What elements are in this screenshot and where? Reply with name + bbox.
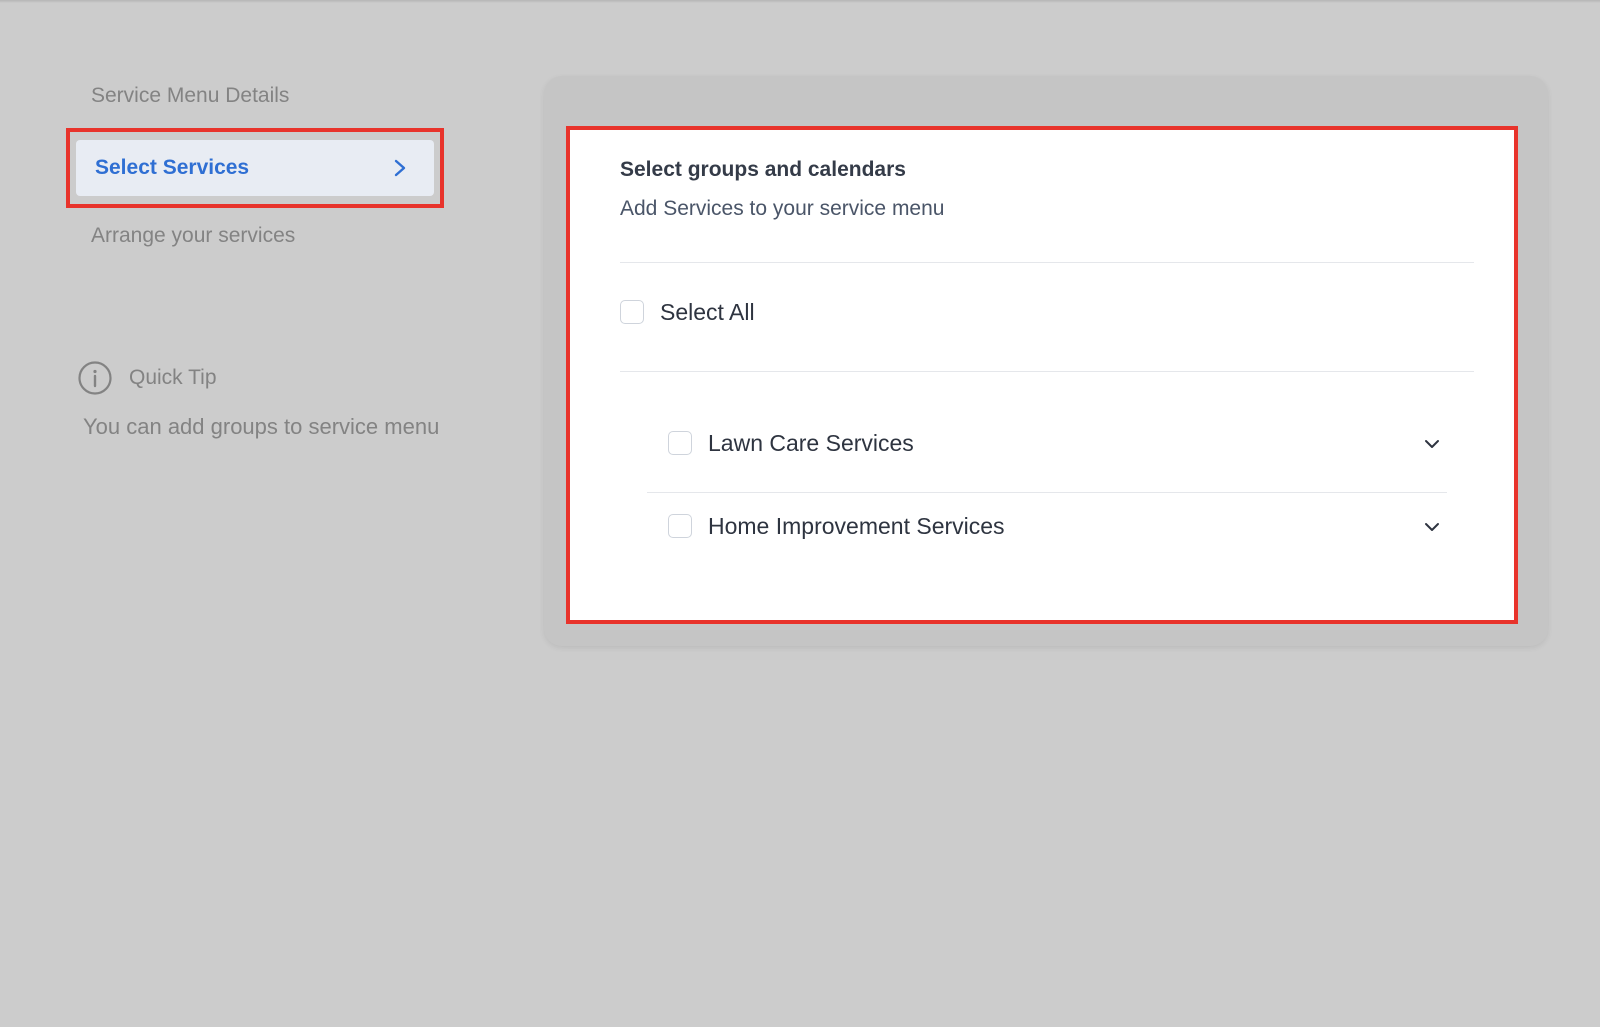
step-select-services[interactable]: Select Services xyxy=(76,140,434,196)
active-step-highlight: Select Services xyxy=(66,128,444,208)
group-label: Lawn Care Services xyxy=(708,430,914,456)
chevron-right-icon xyxy=(394,159,406,177)
step-arrange-your-services[interactable]: Arrange your services xyxy=(91,224,295,248)
divider xyxy=(647,492,1447,493)
group-row-home-improvement-services[interactable]: Home Improvement Services xyxy=(647,503,1447,553)
panel-title: Select groups and calendars xyxy=(620,158,906,181)
select-all-checkbox[interactable] xyxy=(620,300,644,324)
group-row-lawn-care-services[interactable]: Lawn Care Services xyxy=(647,420,1447,470)
divider xyxy=(620,262,1474,263)
divider xyxy=(620,371,1474,372)
chevron-down-icon[interactable] xyxy=(1423,435,1441,453)
select-all-label[interactable]: Select All xyxy=(660,299,755,326)
group-checkbox[interactable] xyxy=(668,514,692,538)
quick-tip-header: Quick Tip xyxy=(77,360,217,396)
top-shadow xyxy=(0,0,1600,3)
chevron-down-icon[interactable] xyxy=(1423,518,1441,536)
quick-tip-body: You can add groups to service menu xyxy=(83,414,440,439)
quick-tip-title: Quick Tip xyxy=(129,366,217,389)
step-select-services-label: Select Services xyxy=(95,156,250,179)
panel-subtitle: Add Services to your service menu xyxy=(620,197,945,220)
group-label: Home Improvement Services xyxy=(708,513,1005,539)
select-services-panel: Select groups and calendars Add Services… xyxy=(566,126,1518,624)
step-service-menu-details[interactable]: Service Menu Details xyxy=(91,84,289,108)
info-icon xyxy=(78,361,112,395)
group-checkbox[interactable] xyxy=(668,431,692,455)
